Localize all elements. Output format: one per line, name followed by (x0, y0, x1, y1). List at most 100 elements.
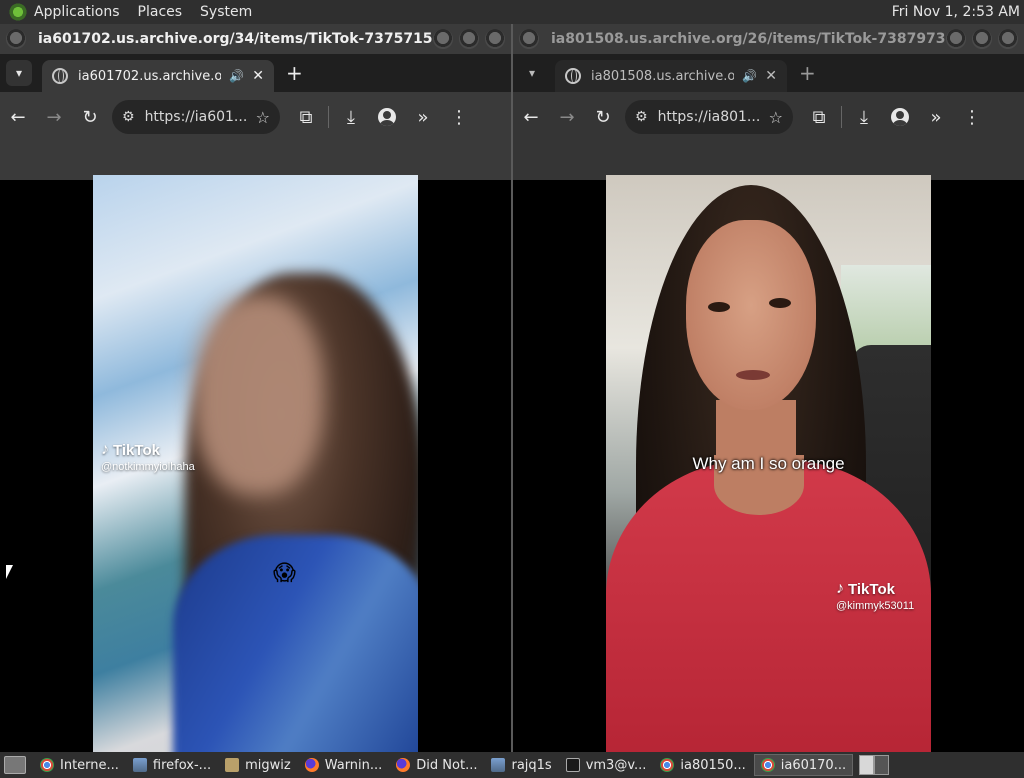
video-caption: Why am I so orange (692, 454, 845, 473)
profile-button[interactable] (369, 99, 405, 135)
address-bar[interactable]: ⚙ https://ia801... ☆ (625, 100, 793, 134)
browser-window-left: ia601702.us.archive.org/34/items/TikTok-… (0, 24, 511, 752)
double-chevron-icon[interactable]: » (918, 99, 954, 135)
tab-active[interactable]: ia601702.us.archive.org/3 🔊 ✕ (42, 60, 274, 92)
taskbar-item-label: firefox-... (152, 757, 212, 773)
clock[interactable]: Fri Nov 1, 2:53 AM (892, 4, 1020, 20)
address-bar[interactable]: ⚙ https://ia601... ☆ (112, 100, 280, 134)
minimize-button[interactable] (946, 29, 966, 49)
taskbar-item[interactable]: rajq1s (485, 754, 557, 776)
taskbar-item-active[interactable]: ia60170... (753, 754, 854, 776)
chrome-icon (40, 758, 54, 772)
taskbar-item[interactable]: vm3@v... (560, 754, 653, 776)
maximize-button[interactable] (972, 29, 992, 49)
taskbar-item[interactable]: Interne... (34, 754, 125, 776)
puzzle-icon[interactable]: ⧉ (288, 99, 324, 135)
tiktok-handle: @kimmyk53011 (836, 600, 915, 612)
speaker-icon[interactable]: 🔊 (742, 69, 757, 83)
video-frame-eye-left (708, 302, 730, 312)
tab-strip: ▾ ia601702.us.archive.org/3 🔊 ✕ + (0, 54, 511, 92)
tiktok-logo-icon: ♪ (836, 580, 844, 597)
profile-icon (378, 108, 396, 126)
system-logo-icon[interactable] (8, 2, 28, 22)
tiktok-watermark: ♪ TikTok @kimmyk53011 (836, 580, 914, 612)
taskbar-item[interactable]: firefox-... (127, 754, 217, 776)
workspace-2[interactable] (874, 755, 890, 775)
puzzle-icon[interactable]: ⧉ (801, 99, 837, 135)
arrow-right-icon[interactable]: → (36, 99, 72, 135)
folder-icon (225, 758, 240, 772)
plus-icon[interactable]: + (286, 61, 303, 85)
scream-emoji: 😱 (273, 561, 296, 586)
minimize-button[interactable] (433, 29, 453, 49)
mouse-cursor-icon (6, 565, 13, 579)
speaker-icon[interactable]: 🔊 (229, 69, 244, 83)
tiktok-logo-icon: ♪ (101, 441, 109, 458)
taskbar-item-label: Did Not... (416, 757, 478, 773)
reload-icon[interactable]: ↻ (72, 99, 108, 135)
window-title: ia801508.us.archive.org/26/items/TikTok-… (551, 31, 946, 47)
taskbar-item[interactable]: migwiz (219, 754, 297, 776)
chevron-down-icon[interactable]: ▾ (519, 60, 545, 86)
window-titlebar[interactable]: ia601702.us.archive.org/34/items/TikTok-… (0, 24, 511, 54)
tab-strip: ▾ ia801508.us.archive.org/ 🔊 ✕ + (513, 54, 1024, 92)
kebab-icon[interactable]: ⋮ (954, 99, 990, 135)
url-text[interactable]: https://ia601... (145, 109, 256, 125)
close-window-button[interactable] (485, 29, 505, 49)
tab-title: ia801508.us.archive.org/ (591, 68, 735, 84)
download-icon[interactable]: ⤓ (846, 99, 882, 135)
close-window-button[interactable] (998, 29, 1018, 49)
taskbar-item[interactable]: Warnin... (299, 754, 389, 776)
taskbar-item-label: ia60170... (780, 757, 847, 773)
window-menu-icon[interactable] (519, 29, 539, 49)
globe-icon (52, 68, 68, 84)
tune-icon[interactable]: ⚙ (122, 109, 135, 125)
chrome-icon (660, 758, 675, 772)
arrow-left-icon[interactable]: ← (513, 99, 549, 135)
plus-icon[interactable]: + (799, 61, 816, 85)
close-icon[interactable]: ✕ (252, 68, 264, 84)
video-frame-eye-right (769, 298, 791, 308)
show-desktop-icon[interactable] (4, 756, 26, 774)
video-frame-mouth (736, 370, 770, 380)
video-frame-face (193, 295, 323, 495)
double-chevron-icon[interactable]: » (405, 99, 441, 135)
menu-places[interactable]: Places (138, 4, 183, 20)
taskbar-item-label: Interne... (60, 757, 119, 773)
star-icon[interactable]: ☆ (769, 108, 783, 127)
browser-toolbar: ← → ↻ ⚙ https://ia601... ☆ ⧉ ⤓ » ⋮ (0, 92, 511, 142)
workspace-switcher (859, 755, 890, 775)
window-titlebar[interactable]: ia801508.us.archive.org/26/items/TikTok-… (513, 24, 1024, 54)
tab-active[interactable]: ia801508.us.archive.org/ 🔊 ✕ (555, 60, 787, 92)
chevron-down-icon[interactable]: ▾ (6, 60, 32, 86)
video-player[interactable]: Why am I so orange ♪ TikTok @kimmyk53011 (606, 175, 931, 752)
profile-button[interactable] (882, 99, 918, 135)
workspace-1[interactable] (859, 755, 875, 775)
maximize-button[interactable] (459, 29, 479, 49)
taskbar-item[interactable]: Did Not... (390, 754, 483, 776)
toolbar-divider (328, 106, 329, 128)
star-icon[interactable]: ☆ (256, 108, 270, 127)
top-panel: Applications Places System Fri Nov 1, 2:… (0, 0, 1024, 24)
window-menu-icon[interactable] (6, 29, 26, 49)
browser-window-right: ia801508.us.archive.org/26/items/TikTok-… (513, 24, 1024, 752)
globe-icon (565, 68, 581, 84)
kebab-icon[interactable]: ⋮ (441, 99, 477, 135)
window-title: ia601702.us.archive.org/34/items/TikTok-… (38, 31, 433, 47)
close-icon[interactable]: ✕ (765, 68, 777, 84)
arrow-right-icon[interactable]: → (549, 99, 585, 135)
arrow-left-icon[interactable]: ← (0, 99, 36, 135)
taskbar: Interne... firefox-... migwiz Warnin... … (0, 752, 1024, 778)
image-icon (132, 758, 147, 772)
taskbar-item[interactable]: ia80150... (654, 754, 751, 776)
video-player[interactable]: ♪ TikTok @notkimmyiolhaha 😱 (93, 175, 418, 752)
menu-system[interactable]: System (200, 4, 252, 20)
profile-icon (891, 108, 909, 126)
menu-applications[interactable]: Applications (34, 4, 120, 20)
chrome-icon (760, 758, 775, 772)
reload-icon[interactable]: ↻ (585, 99, 621, 135)
download-icon[interactable]: ⤓ (333, 99, 369, 135)
url-text[interactable]: https://ia801... (658, 109, 769, 125)
tab-title: ia601702.us.archive.org/3 (78, 68, 222, 84)
tune-icon[interactable]: ⚙ (635, 109, 648, 125)
